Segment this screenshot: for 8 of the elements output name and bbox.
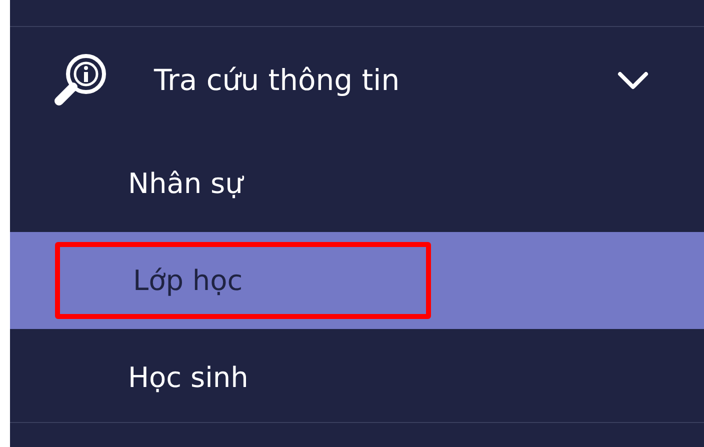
submenu-label: Lớp học	[133, 262, 243, 298]
submenu-item[interactable]: Lớp học	[10, 232, 704, 329]
submenu-item[interactable]: Nhân sự	[10, 135, 704, 232]
submenu-label: Nhân sự	[128, 166, 243, 202]
chevron-icon	[617, 71, 649, 91]
submenu-label: Học sinh	[128, 360, 248, 396]
menu-group-header[interactable]: Tra cứu thông tin	[10, 27, 704, 135]
submenu-item[interactable]: Học sinh	[10, 329, 704, 426]
